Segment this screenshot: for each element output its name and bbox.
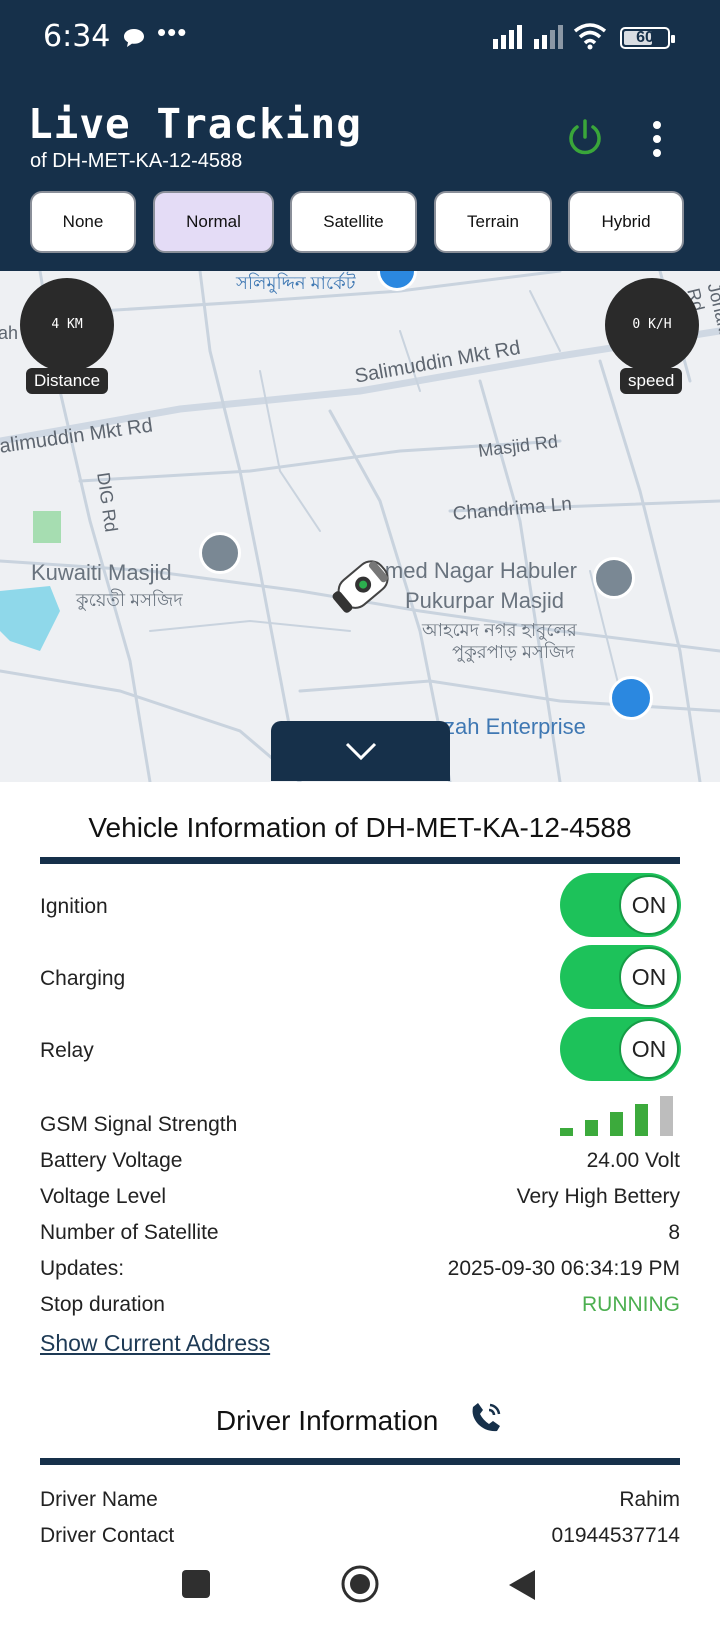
driver-name-value: Rahim	[619, 1488, 680, 1511]
charging-state: ON	[619, 947, 679, 1007]
cell-signal-2-icon	[534, 25, 566, 54]
power-icon[interactable]	[565, 118, 605, 163]
ignition-state: ON	[619, 875, 679, 935]
updates-value: 2025-09-30 06:34:19 PM	[447, 1257, 680, 1280]
gsm-bar	[585, 1120, 598, 1136]
map-type-hybrid-button[interactable]: Hybrid	[568, 191, 684, 253]
chat-bubble-icon	[123, 28, 145, 53]
ignition-label: Ignition	[40, 895, 108, 918]
charging-toggle[interactable]: ON	[560, 945, 681, 1009]
map-type-terrain-button[interactable]: Terrain	[434, 191, 552, 253]
map-label: zah Enterprise	[444, 714, 586, 739]
driver-name-label: Driver Name	[40, 1488, 158, 1511]
voltage-level-label: Voltage Level	[40, 1185, 167, 1208]
driver-info-title-text: Driver Information	[215, 1405, 439, 1436]
voltage-level-value: Very High Bettery	[516, 1185, 680, 1208]
relay-state: ON	[619, 1019, 679, 1079]
battery-voltage-label: Battery Voltage	[40, 1149, 183, 1172]
vehicle-info-title: Vehicle Information of DH-MET-KA-12-4588	[88, 812, 632, 843]
gsm-bar	[610, 1112, 623, 1136]
more-options-icon[interactable]	[651, 120, 663, 163]
collapse-map-button[interactable]	[271, 721, 450, 781]
map-type-satellite-button[interactable]: Satellite	[290, 191, 417, 253]
show-address-link[interactable]: Show Current Address	[40, 1330, 270, 1357]
recents-icon[interactable]	[182, 1570, 210, 1598]
gsm-bar	[635, 1104, 648, 1136]
map-label: কুয়েতী মসজিদ	[76, 590, 183, 610]
lock-pin-icon	[609, 676, 653, 720]
battery-level: 60	[636, 29, 654, 46]
battery-icon: 60	[620, 27, 675, 49]
speed-gauge: 0 K/H	[605, 278, 699, 372]
system-nav-bar	[0, 1545, 720, 1640]
gsm-signal-icon	[560, 1092, 680, 1141]
relay-label: Relay	[40, 1039, 94, 1062]
battery-voltage-value: 24.00 Volt	[586, 1149, 680, 1172]
distance-badge: Distance	[26, 368, 109, 394]
app-header: 6:34 ••• 60 Live Tracking of DH-MET-KA-1…	[0, 0, 720, 271]
updates-label: Updates:	[40, 1257, 125, 1280]
home-icon[interactable]	[340, 1564, 380, 1609]
satellite-value: 8	[668, 1221, 680, 1244]
satellite-label: Number of Satellite	[40, 1221, 219, 1244]
status-bar: 6:34 ••• 60	[0, 0, 720, 78]
map-label: পুকুরপাড় মসজিদ	[452, 642, 575, 662]
speed-badge: speed	[620, 368, 683, 394]
gsm-label: GSM Signal Strength	[40, 1113, 238, 1136]
ignition-toggle[interactable]: ON	[560, 873, 681, 937]
page-subtitle: of DH-MET-KA-12-4588	[30, 150, 243, 172]
mosque-pin-icon	[593, 557, 635, 599]
cell-signal-icon	[493, 25, 525, 54]
back-icon[interactable]	[507, 1568, 537, 1607]
stop-duration-value: RUNNING	[582, 1293, 680, 1316]
map-label: Pukurpar Masjid	[405, 588, 564, 613]
stop-duration-label: Stop duration	[40, 1293, 165, 1316]
map-label: সলিমুদ্দিন মার্কেট	[236, 273, 356, 293]
page-title: Live Tracking	[28, 100, 362, 148]
gsm-bar	[560, 1128, 573, 1136]
divider	[40, 857, 680, 864]
driver-info-title: Driver Information	[0, 1400, 720, 1441]
gsm-bar	[660, 1096, 673, 1136]
status-time: 6:34	[43, 19, 111, 54]
wifi-icon	[573, 22, 607, 55]
distance-gauge: 4 KM	[20, 278, 114, 372]
map-view[interactable]: সলিমুদ্দিন মার্কেট Salimuddin Mkt Rd ali…	[0, 271, 720, 782]
mosque-pin-icon	[199, 532, 241, 574]
map-type-none-button[interactable]: None	[30, 191, 136, 253]
map-label: ah	[0, 323, 19, 343]
phone-call-icon[interactable]	[470, 1400, 504, 1441]
charging-label: Charging	[40, 967, 126, 990]
chevron-down-icon	[345, 741, 377, 766]
map-type-normal-button[interactable]: Normal	[153, 191, 274, 253]
divider	[40, 1458, 680, 1465]
more-notifications-icon: •••	[157, 17, 188, 47]
map-label: Kuwaiti Masjid	[31, 560, 172, 585]
relay-toggle[interactable]: ON	[560, 1017, 681, 1081]
